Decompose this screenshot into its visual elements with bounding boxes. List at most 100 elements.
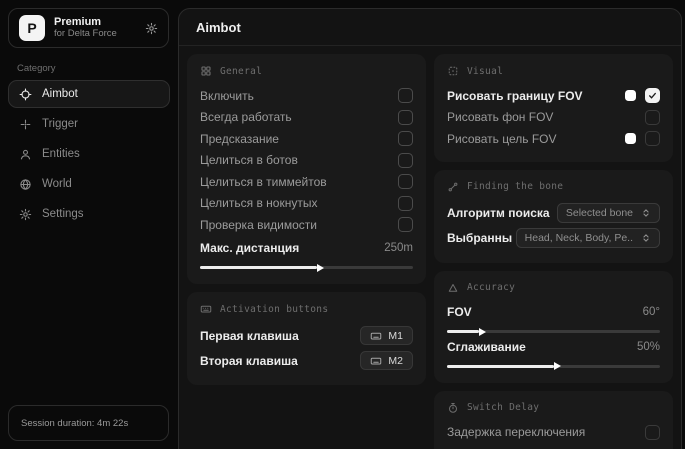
slider-value: 50% xyxy=(637,341,660,353)
visual-label: Рисовать цель FOV xyxy=(447,132,625,146)
checkbox[interactable] xyxy=(398,196,413,211)
product-logo: P xyxy=(19,15,45,41)
panel-title: Activation buttons xyxy=(220,304,328,315)
panel-title: Accuracy xyxy=(467,282,515,293)
toggle-row: Целиться в ботов xyxy=(200,150,413,172)
fov-slider-group: FOV 60° xyxy=(447,302,660,334)
checkbox[interactable] xyxy=(645,110,660,125)
product-subtitle: for Delta Force xyxy=(54,29,117,40)
keyboard-icon xyxy=(200,303,212,315)
triangle-icon xyxy=(447,282,459,294)
sidebar-item-label: Trigger xyxy=(42,118,78,130)
color-swatch[interactable] xyxy=(625,90,636,101)
toggle-label: Целиться в тиммейтов xyxy=(200,175,398,189)
main-panel: Aimbot General Включить xyxy=(178,8,682,449)
dropdown-value: Head, Neck, Body, Pe.. xyxy=(525,232,633,244)
panel-activation-buttons: Activation buttons Первая клавиша M1 Вто… xyxy=(187,292,426,385)
sidebar-item-trigger[interactable]: Trigger xyxy=(8,110,170,138)
keybind-value: M2 xyxy=(388,355,403,367)
panel-visual: Visual Рисовать границу FOV Рисовать фон… xyxy=(434,54,673,162)
checkbox[interactable] xyxy=(398,88,413,103)
panel-switch-delay: Switch Delay Задержка переключения Задер… xyxy=(434,391,673,449)
general-icon xyxy=(200,65,212,77)
trigger-icon xyxy=(19,118,32,131)
checkbox[interactable] xyxy=(398,110,413,125)
slider-label: Макс. дистанция xyxy=(200,241,376,255)
keybind-row: Первая клавиша M1 xyxy=(200,323,413,348)
page-title: Aimbot xyxy=(179,9,681,46)
panel-finding-bone: Finding the bone Алгоритм поиска костей … xyxy=(434,170,673,263)
license-card: P Premium for Delta Force xyxy=(8,8,169,48)
visual-label: Рисовать фон FOV xyxy=(447,110,645,124)
stopwatch-icon xyxy=(447,402,459,414)
selected-bones-dropdown[interactable]: Head, Neck, Body, Pe.. xyxy=(516,228,660,248)
bone-row: Алгоритм поиска костей Selected bone xyxy=(447,201,660,226)
smoothing-slider[interactable] xyxy=(447,365,660,368)
slider-label: FOV xyxy=(447,305,635,319)
toggle-row: Целиться в тиммейтов xyxy=(200,171,413,193)
checkbox[interactable] xyxy=(645,131,660,146)
color-swatch[interactable] xyxy=(625,133,636,144)
sidebar: P Premium for Delta Force Category Aimbo… xyxy=(0,0,178,449)
bone-icon xyxy=(447,181,459,193)
category-label: Category xyxy=(17,63,170,74)
sidebar-item-label: Aimbot xyxy=(42,88,78,100)
sidebar-item-aimbot[interactable]: Aimbot xyxy=(8,80,170,108)
panel-general: General Включить Всегда работать Предска… xyxy=(187,54,426,284)
smoothing-slider-group: Сглаживание 50% xyxy=(447,336,660,368)
checkbox[interactable] xyxy=(398,153,413,168)
toggle-label: Предсказание xyxy=(200,132,398,146)
session-duration: Session duration: 4m 22s xyxy=(8,405,169,441)
toggle-row: Проверка видимости xyxy=(200,214,413,236)
keyboard-icon xyxy=(370,330,382,342)
panel-title: General xyxy=(220,66,262,77)
panel-accuracy: Accuracy FOV 60° Сглаживание xyxy=(434,271,673,383)
checkbox[interactable] xyxy=(398,174,413,189)
checkbox[interactable] xyxy=(398,217,413,232)
keybind-value: M1 xyxy=(388,330,403,342)
bone-row: Выбранные кости Head, Neck, Body, Pe.. xyxy=(447,226,660,251)
sidebar-item-entities[interactable]: Entities xyxy=(8,140,170,168)
toggle-row: Целиться в нокнутых xyxy=(200,193,413,215)
toggle-row: Всегда работать xyxy=(200,107,413,129)
slider-thumb[interactable] xyxy=(479,328,486,336)
checkbox[interactable] xyxy=(645,88,660,103)
toggle-label: Задержка переключения xyxy=(447,425,645,439)
max-distance-slider[interactable] xyxy=(200,266,413,269)
sidebar-item-label: World xyxy=(42,178,72,190)
slider-value: 250m xyxy=(384,242,413,254)
checkbox[interactable] xyxy=(645,425,660,440)
visual-row: Рисовать границу FOV xyxy=(447,85,660,107)
switch-delay-slider-group: Задержка переключения (мс) 1000 ms xyxy=(447,445,660,449)
globe-icon xyxy=(19,178,32,191)
slider-label: Сглаживание xyxy=(447,340,629,354)
dropdown-value: Selected bone xyxy=(566,207,633,219)
session-duration-text: Session duration: 4m 22s xyxy=(21,418,128,429)
sidebar-item-label: Settings xyxy=(42,208,84,220)
toggle-label: Целиться в ботов xyxy=(200,153,398,167)
sidebar-item-world[interactable]: World xyxy=(8,170,170,198)
toggle-label: Включить xyxy=(200,89,398,103)
checkbox[interactable] xyxy=(398,131,413,146)
fov-slider[interactable] xyxy=(447,330,660,333)
keybind-button[interactable]: M2 xyxy=(360,351,413,370)
visual-label: Рисовать границу FOV xyxy=(447,89,625,103)
toggle-row: Предсказание xyxy=(200,128,413,150)
product-title: Premium xyxy=(54,16,117,29)
visual-row: Рисовать цель FOV xyxy=(447,128,660,150)
toggle-label: Всегда работать xyxy=(200,110,398,124)
keyboard-icon xyxy=(370,355,382,367)
slider-thumb[interactable] xyxy=(554,362,561,370)
panel-title: Finding the bone xyxy=(467,181,563,192)
toggle-label: Целиться в нокнутых xyxy=(200,196,398,210)
person-icon xyxy=(19,148,32,161)
chevron-up-down-icon xyxy=(641,233,651,243)
check-icon xyxy=(648,91,657,100)
keybind-button[interactable]: M1 xyxy=(360,326,413,345)
bone-algorithm-dropdown[interactable]: Selected bone xyxy=(557,203,660,223)
keybind-label: Вторая клавиша xyxy=(200,354,352,368)
sidebar-item-settings[interactable]: Settings xyxy=(8,200,170,228)
slider-thumb[interactable] xyxy=(317,264,324,272)
bone-label: Алгоритм поиска костей xyxy=(447,206,553,220)
gear-icon[interactable] xyxy=(145,22,158,35)
